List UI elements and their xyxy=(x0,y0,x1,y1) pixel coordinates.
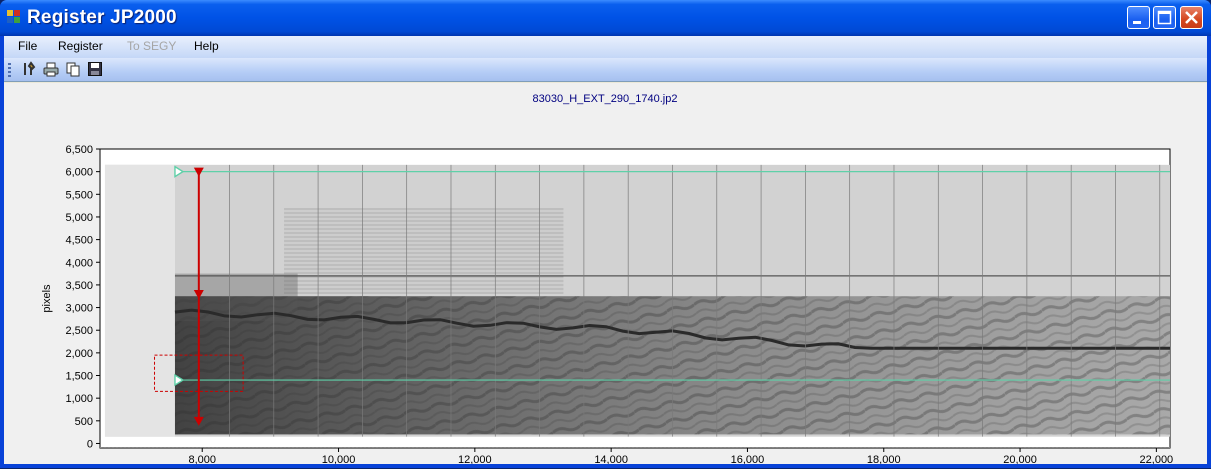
menu-to-segy: To SEGY xyxy=(127,39,177,53)
print-icon[interactable] xyxy=(42,61,60,79)
plot-area[interactable]: 83030_H_EXT_290_1740.jp2 0 500 1,000 1,500 2… xyxy=(4,83,1207,469)
menu-file[interactable]: File xyxy=(18,39,37,53)
app-window: Register JP2000 File Register To SEGY He… xyxy=(0,0,1211,469)
menu-bar: File Register To SEGY Help xyxy=(4,36,1207,58)
minimize-button[interactable] xyxy=(1127,6,1150,29)
app-icon xyxy=(7,10,21,24)
x-tick-label: 18,000 xyxy=(867,454,901,464)
copy-icon[interactable] xyxy=(64,61,82,79)
menu-help[interactable]: Help xyxy=(194,39,219,53)
x-tick-label: 14,000 xyxy=(594,454,628,464)
noise-block xyxy=(284,207,564,294)
tools-icon[interactable] xyxy=(20,61,38,79)
y-tick-label: 6,500 xyxy=(65,144,93,156)
y-tick-label: 500 xyxy=(75,416,93,428)
y-tick-label: 2,500 xyxy=(65,325,93,337)
save-icon[interactable] xyxy=(86,61,104,79)
client-area: File Register To SEGY Help 83030_H_EXT_2… xyxy=(4,36,1207,469)
toolbar xyxy=(4,58,1207,82)
seismic-image xyxy=(104,164,1171,437)
close-icon xyxy=(1185,11,1198,24)
x-tick-label: 12,000 xyxy=(458,454,492,464)
title-bar[interactable]: Register JP2000 xyxy=(0,0,1211,36)
x-tick-label: 10,000 xyxy=(322,454,356,464)
y-tick-label: 3,000 xyxy=(65,303,93,315)
menu-register[interactable]: Register xyxy=(58,39,103,53)
image-margin xyxy=(104,164,175,437)
window-title: Register JP2000 xyxy=(27,7,177,28)
y-axis-label: pixels xyxy=(41,284,53,313)
y-tick-label: 3,500 xyxy=(65,280,93,292)
plot-title: 83030_H_EXT_290_1740.jp2 xyxy=(533,93,678,105)
y-tick-label: 5,000 xyxy=(65,212,93,224)
y-tick-label: 0 xyxy=(87,438,93,450)
y-tick-label: 1,000 xyxy=(65,393,93,405)
seismic-plot[interactable]: 83030_H_EXT_290_1740.jp2 0 500 1,000 1,500 2… xyxy=(4,83,1207,469)
maximize-icon xyxy=(1157,10,1172,25)
x-tick-label: 20,000 xyxy=(1003,454,1037,464)
x-tick-label: 16,000 xyxy=(731,454,765,464)
x-tick-label: 8,000 xyxy=(188,454,216,464)
y-tick-label: 4,500 xyxy=(65,235,93,247)
toolbar-grip[interactable] xyxy=(8,63,11,77)
y-tick-label: 1,500 xyxy=(65,371,93,383)
x-tick-label: 22,000 xyxy=(1140,454,1174,464)
y-tick-label: 4,000 xyxy=(65,257,93,269)
y-tick-label: 5,500 xyxy=(65,189,93,201)
maximize-button[interactable] xyxy=(1153,6,1176,29)
close-button[interactable] xyxy=(1180,6,1203,29)
y-tick-label: 2,000 xyxy=(65,348,93,360)
minimize-icon xyxy=(1133,21,1141,24)
y-tick-label: 6,000 xyxy=(65,167,93,179)
